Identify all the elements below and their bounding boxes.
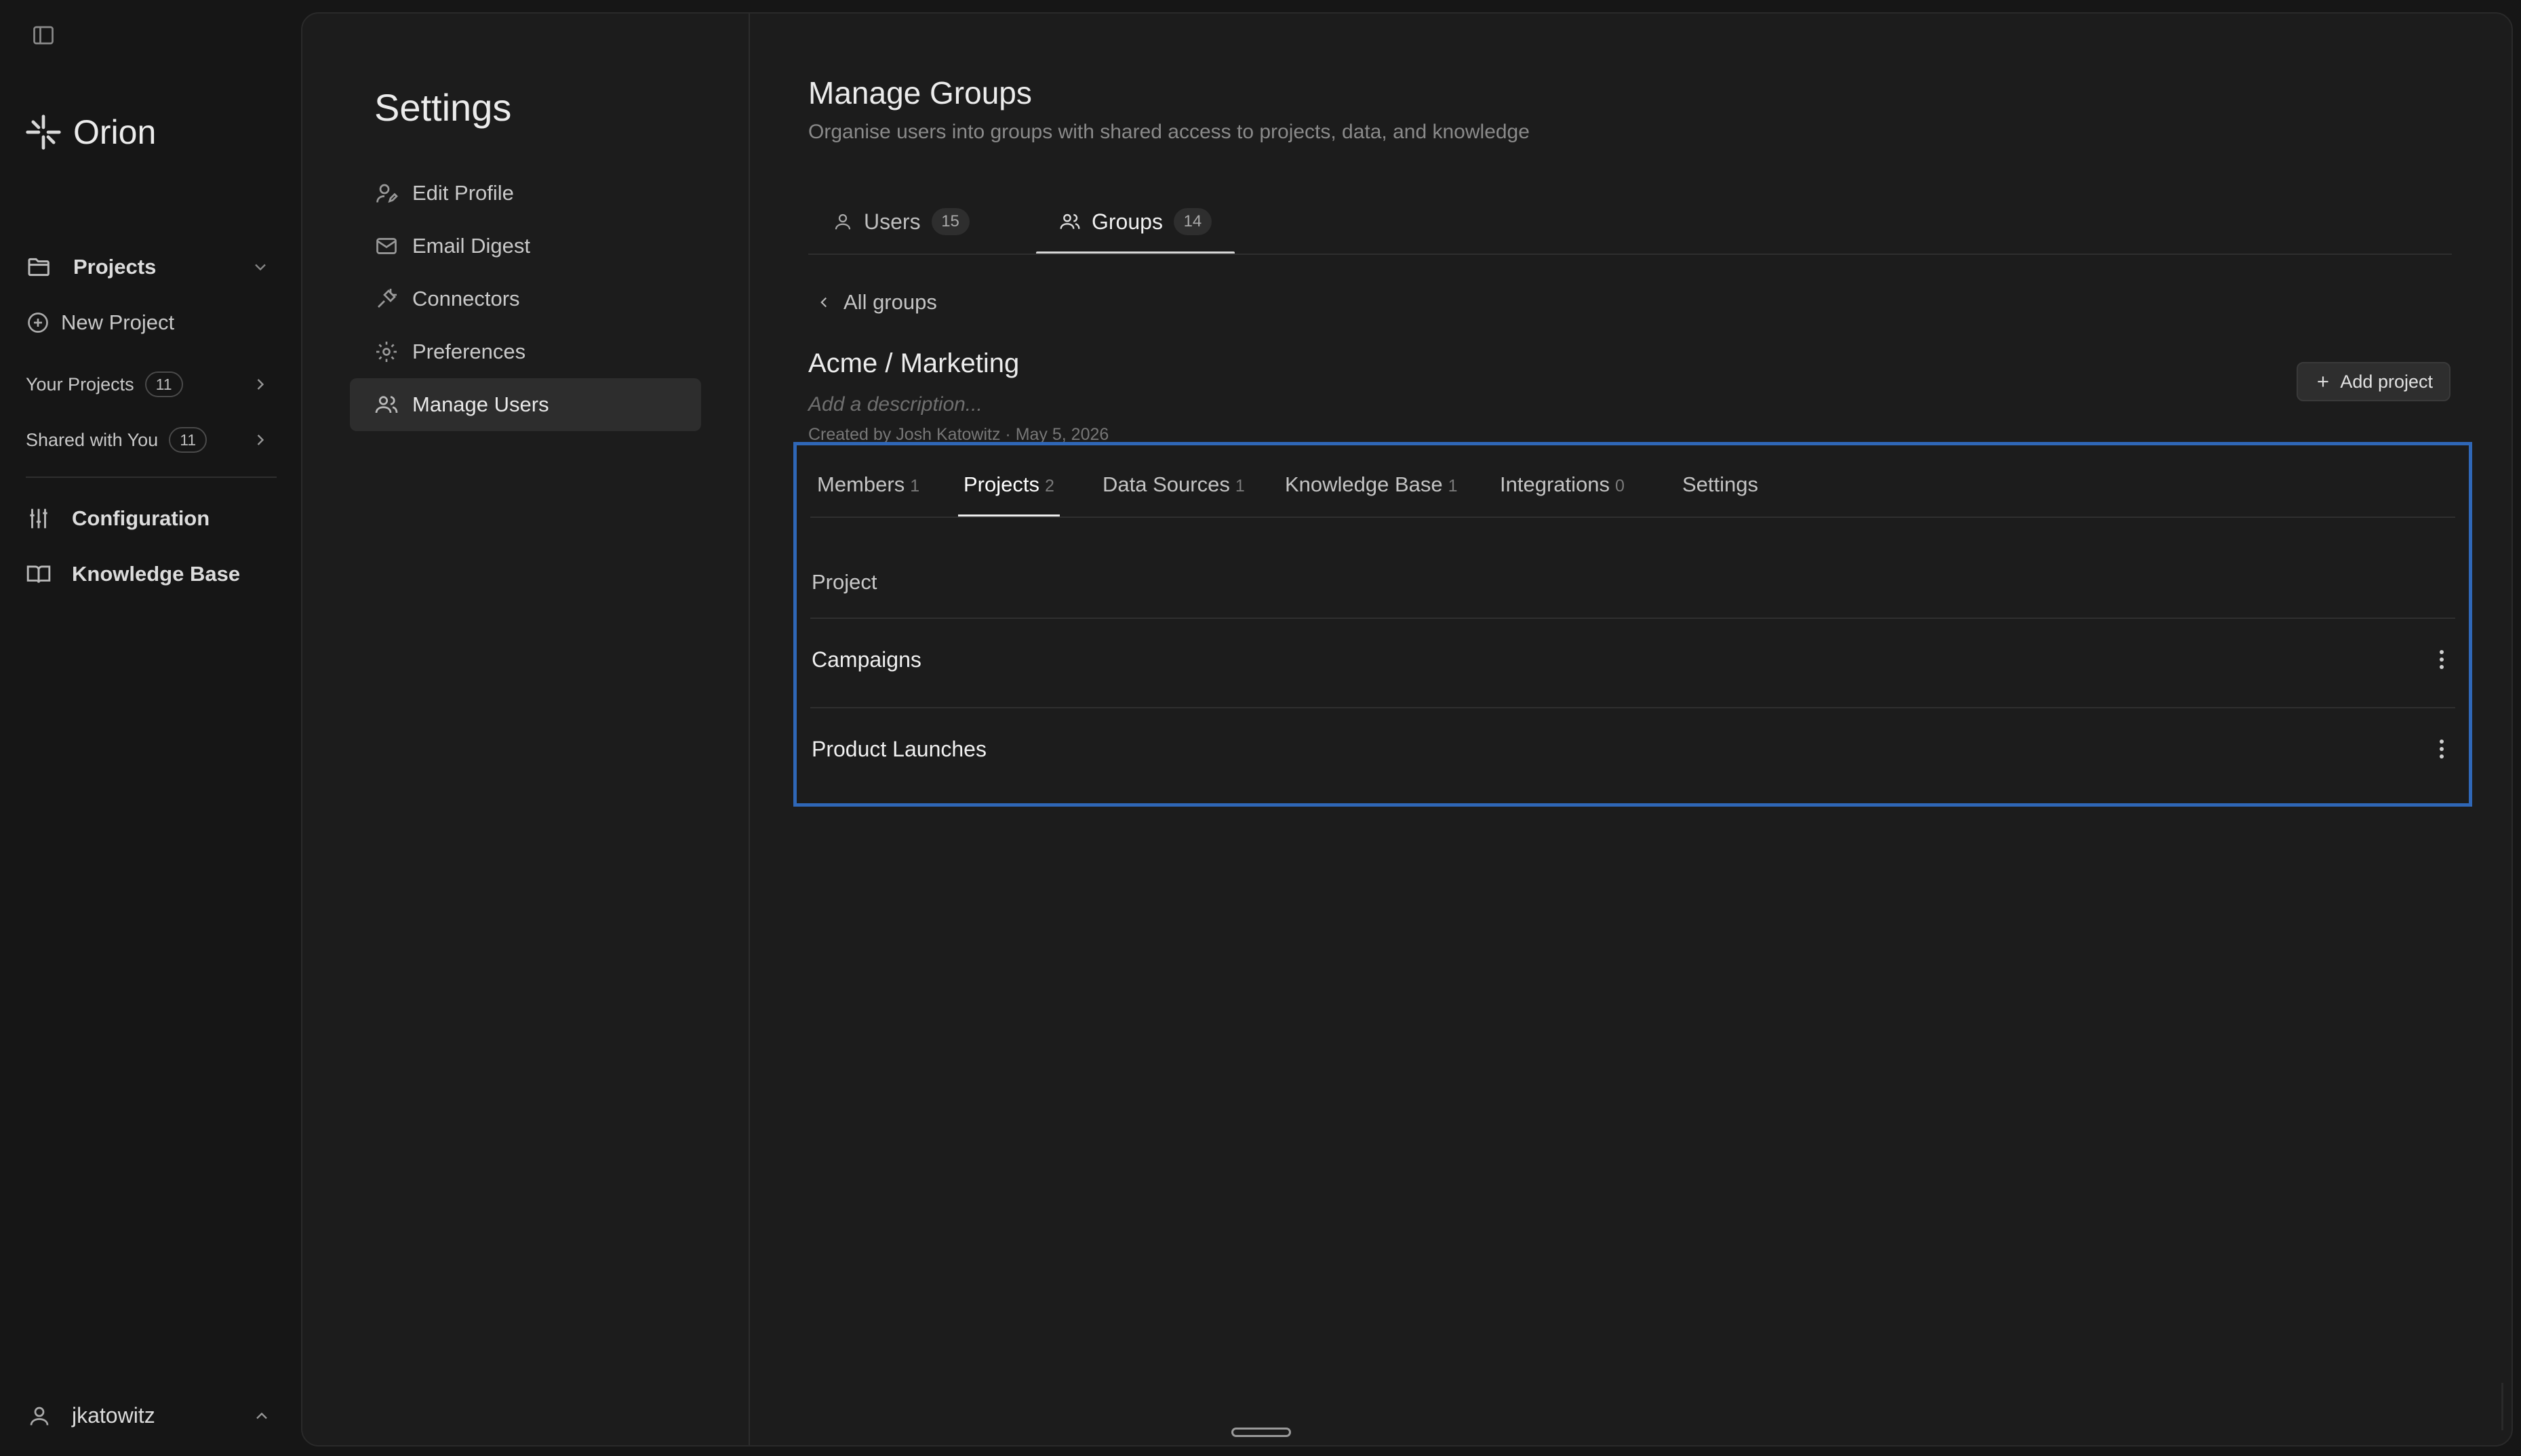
more-vertical-icon[interactable] xyxy=(2428,735,2455,763)
back-to-all-groups[interactable]: All groups xyxy=(815,290,937,315)
username: jkatowitz xyxy=(72,1403,155,1428)
user-menu[interactable]: jkatowitz xyxy=(27,1403,271,1428)
chevron-left-icon xyxy=(815,294,833,311)
plug-icon xyxy=(374,287,399,311)
your-projects-item[interactable]: Your Projects 11 xyxy=(26,371,270,397)
row-divider xyxy=(810,707,2455,708)
user-icon xyxy=(833,211,853,232)
shared-with-you-item[interactable]: Shared with You 11 xyxy=(26,427,270,453)
tab-count: 15 xyxy=(931,208,970,235)
chevron-right-icon xyxy=(251,430,270,449)
projects-column-header: Project xyxy=(812,570,877,594)
settings-title: Settings xyxy=(374,86,512,129)
sidebar-toggle-icon[interactable] xyxy=(31,23,56,47)
main-panel: Settings Edit Profile Email Digest Conne… xyxy=(301,12,2513,1447)
sidebar-projects-label: Projects xyxy=(73,255,157,279)
user-icon xyxy=(27,1404,52,1428)
knowledge-base-label: Knowledge Base xyxy=(72,562,241,586)
settings-nav-connectors[interactable]: Connectors xyxy=(350,272,701,325)
settings-nav-label: Preferences xyxy=(412,340,526,363)
your-projects-label: Your Projects xyxy=(26,373,134,395)
tabs-divider xyxy=(808,254,2452,255)
sidebar-divider xyxy=(26,477,277,478)
settings-nav-label: Edit Profile xyxy=(412,181,514,205)
settings-nav-label: Email Digest xyxy=(412,234,530,258)
add-project-button[interactable]: Add project xyxy=(2297,362,2450,401)
page-title: Manage Groups xyxy=(808,75,1032,110)
group-name: Acme / Marketing xyxy=(808,348,1020,378)
plus-icon xyxy=(2314,373,2332,390)
subtab-settings[interactable]: Settings xyxy=(1682,472,1758,497)
chevron-up-icon xyxy=(252,1407,271,1425)
users-icon xyxy=(1059,211,1081,232)
subtab-count: 0 xyxy=(1615,477,1625,496)
subtab-members[interactable]: Members 1 xyxy=(817,472,919,497)
tab-groups[interactable]: Groups 14 xyxy=(1036,191,1235,255)
new-project-button[interactable]: New Project xyxy=(26,310,174,335)
sidebar-item-configuration[interactable]: Configuration xyxy=(26,506,210,531)
settings-nav-manage-users[interactable]: Manage Users xyxy=(350,378,701,431)
brand[interactable]: Orion xyxy=(24,113,156,152)
more-vertical-icon[interactable] xyxy=(2428,646,2455,673)
project-name: Campaigns xyxy=(812,647,921,672)
settings-nav: Settings Edit Profile Email Digest Conne… xyxy=(302,14,750,1445)
settings-nav-preferences[interactable]: Preferences xyxy=(350,325,701,378)
settings-nav-edit-profile[interactable]: Edit Profile xyxy=(350,167,701,220)
manage-groups-content: Manage Groups Organise users into groups… xyxy=(749,14,2512,1445)
subtab-count: 2 xyxy=(1044,477,1054,496)
add-project-label: Add project xyxy=(2340,371,2433,392)
shared-with-you-count: 11 xyxy=(169,427,207,453)
subtab-label: Members xyxy=(817,472,905,496)
table-row[interactable]: Campaigns xyxy=(812,639,2455,680)
group-description-input[interactable]: Add a description... xyxy=(808,393,982,416)
users-icon xyxy=(374,392,399,417)
settings-nav-label: Manage Users xyxy=(412,392,549,416)
subtab-count: 1 xyxy=(910,477,920,496)
subtab-label: Integrations xyxy=(1500,472,1610,496)
chevron-right-icon xyxy=(251,375,270,394)
back-label: All groups xyxy=(843,290,937,314)
settings-nav-label: Connectors xyxy=(412,287,520,310)
subtab-data-sources[interactable]: Data Sources 1 xyxy=(1103,472,1245,497)
tab-count: 14 xyxy=(1173,208,1212,235)
mail-icon xyxy=(374,234,399,258)
header-divider xyxy=(810,618,2455,619)
folder-icon xyxy=(26,254,53,281)
tab-label: Users xyxy=(864,209,921,234)
sidebar-item-knowledge-base[interactable]: Knowledge Base xyxy=(26,561,240,587)
subtab-label: Settings xyxy=(1682,472,1759,496)
subtab-label: Data Sources xyxy=(1103,472,1230,496)
subtab-knowledge-base[interactable]: Knowledge Base 1 xyxy=(1285,472,1458,497)
book-open-icon xyxy=(26,561,52,587)
tab-users[interactable]: Users 15 xyxy=(833,191,970,252)
subtab-projects[interactable]: Projects 2 xyxy=(958,472,1060,518)
settings-nav-email-digest[interactable]: Email Digest xyxy=(350,220,701,272)
shared-with-you-label: Shared with You xyxy=(26,429,159,450)
your-projects-count: 11 xyxy=(144,371,183,397)
subtabs-divider xyxy=(810,517,2455,518)
configuration-label: Configuration xyxy=(72,506,210,530)
chevron-down-icon xyxy=(251,258,270,277)
table-row[interactable]: Product Launches xyxy=(812,729,2455,769)
subtab-label: Knowledge Base xyxy=(1285,472,1443,496)
new-project-label: New Project xyxy=(61,310,175,334)
app-sidebar: Orion Projects New Project Your Projects… xyxy=(0,0,298,1456)
app-name: Orion xyxy=(73,113,157,151)
orion-logo-icon xyxy=(24,113,62,151)
plus-circle-icon xyxy=(26,310,50,335)
project-name: Product Launches xyxy=(812,736,987,761)
page-subtitle: Organise users into groups with shared a… xyxy=(808,121,1530,143)
group-detail-panel: Members 1 Projects 2 Data Sources 1 Knowled… xyxy=(793,442,2472,807)
sliders-icon xyxy=(26,506,52,531)
subtab-integrations[interactable]: Integrations 0 xyxy=(1500,472,1625,497)
scrollbar[interactable] xyxy=(2501,1383,2503,1430)
user-edit-icon xyxy=(374,181,399,205)
home-indicator[interactable] xyxy=(1231,1428,1291,1437)
tab-label: Groups xyxy=(1092,209,1163,234)
subtab-label: Projects xyxy=(964,472,1039,496)
subtab-count: 1 xyxy=(1448,477,1458,496)
gear-icon xyxy=(374,340,399,364)
sidebar-projects-section[interactable]: Projects xyxy=(26,254,270,281)
subtab-count: 1 xyxy=(1235,477,1245,496)
